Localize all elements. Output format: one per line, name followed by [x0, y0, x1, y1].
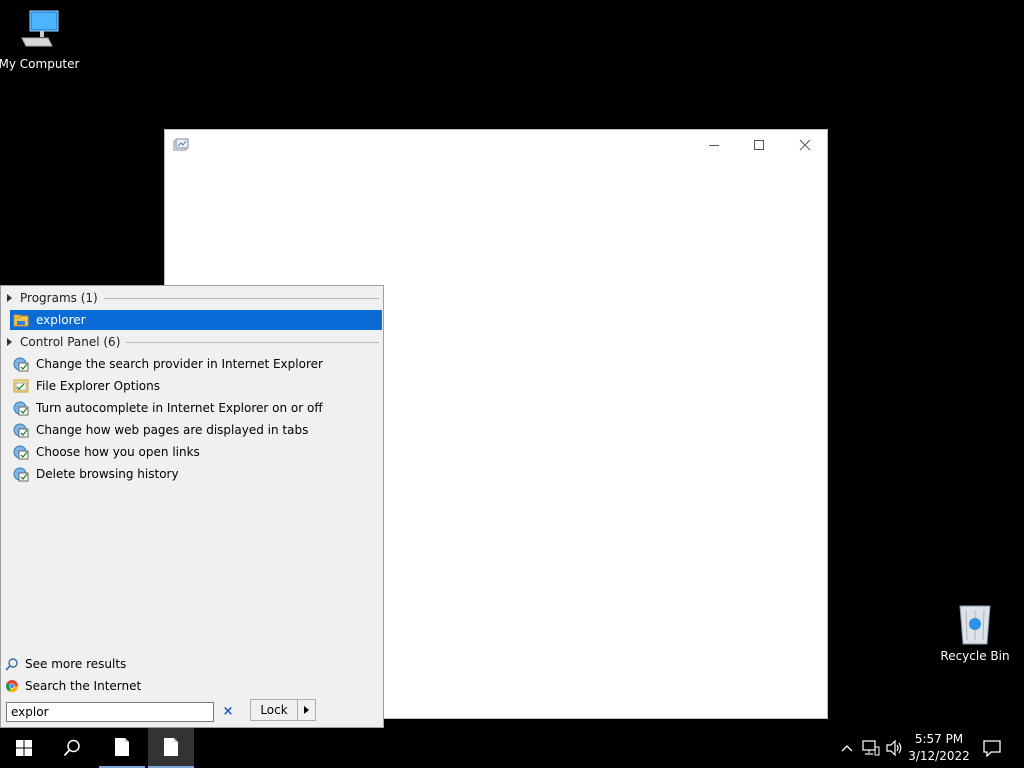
search-icon [63, 739, 80, 757]
lock-button[interactable]: Lock [250, 699, 298, 721]
speaker-icon [886, 740, 902, 756]
folder-options-icon [13, 379, 29, 393]
power-options-arrow-button[interactable] [297, 699, 316, 721]
volume-button[interactable] [884, 728, 906, 768]
see-more-label: See more results [25, 657, 127, 671]
search-internet-label: Search the Internet [25, 679, 142, 693]
desktop: My Computer Recycle Bin Programs (1) exp… [0, 0, 1024, 728]
group-header-label: Programs (1) [20, 291, 98, 305]
expand-arrow-icon [7, 338, 12, 346]
desktop-icon-recycle-bin[interactable]: Recycle Bin [933, 602, 1017, 663]
recycle-bin-icon [959, 605, 991, 645]
taskbar: 5:57 PM 3/12/2022 [0, 728, 1024, 768]
taskbar-app-2[interactable] [148, 728, 194, 768]
divider [103, 297, 379, 299]
app-window-icon [173, 138, 189, 155]
divider [126, 341, 379, 343]
result-explorer[interactable]: explorer [10, 310, 382, 330]
chevron-up-icon [841, 745, 853, 752]
result-label: Change how web pages are displayed in ta… [36, 423, 309, 437]
maximize-button[interactable] [739, 134, 779, 156]
action-center-button[interactable] [980, 728, 1004, 768]
document-icon [164, 738, 178, 756]
expand-arrow-icon [7, 294, 12, 302]
start-menu: Programs (1) explorer Control Panel (6) … [0, 285, 384, 728]
result-turn-autocomplete[interactable]: Turn autocomplete in Internet Explorer o… [10, 398, 382, 418]
folder-icon [13, 314, 29, 327]
computer-icon [21, 10, 59, 47]
close-icon [799, 139, 811, 151]
internet-options-icon [13, 423, 29, 438]
taskbar-app-1[interactable] [99, 728, 145, 768]
result-delete-browsing-history[interactable]: Delete browsing history [10, 464, 382, 484]
see-more-results-link[interactable]: See more results [5, 655, 126, 673]
document-icon [115, 738, 129, 756]
maximize-icon [754, 140, 764, 150]
taskbar-search-button[interactable] [48, 728, 96, 768]
network-button[interactable] [861, 728, 881, 768]
result-label: Choose how you open links [36, 445, 200, 459]
network-icon [862, 740, 880, 756]
result-label: explorer [36, 313, 86, 327]
search-input[interactable] [7, 703, 215, 721]
result-label: Delete browsing history [36, 467, 179, 481]
internet-options-icon [13, 467, 29, 482]
result-label: Change the search provider in Internet E… [36, 357, 323, 371]
internet-options-icon [13, 445, 29, 460]
result-open-links[interactable]: Choose how you open links [10, 442, 382, 462]
show-hidden-icons-button[interactable] [838, 728, 856, 768]
desktop-icon-my-computer[interactable]: My Computer [0, 8, 81, 71]
clock-date: 3/12/2022 [908, 749, 970, 763]
group-header-programs[interactable]: Programs (1) [1, 288, 383, 308]
close-button[interactable] [785, 134, 825, 156]
start-button[interactable] [0, 728, 48, 768]
result-label: Turn autocomplete in Internet Explorer o… [36, 401, 323, 415]
result-web-pages-tabs[interactable]: Change how web pages are displayed in ta… [10, 420, 382, 440]
arrow-right-icon [304, 706, 309, 714]
internet-options-icon [13, 357, 29, 372]
minimize-icon [709, 145, 719, 146]
search-icon [5, 658, 18, 671]
windows-logo-icon [16, 740, 32, 756]
group-header-control-panel[interactable]: Control Panel (6) [1, 332, 383, 352]
desktop-icon-label: Recycle Bin [940, 649, 1010, 663]
window-titlebar[interactable] [165, 130, 827, 160]
result-change-search-provider[interactable]: Change the search provider in Internet E… [10, 354, 382, 374]
clear-search-icon[interactable]: × [221, 704, 235, 720]
group-header-label: Control Panel (6) [20, 335, 121, 349]
notification-icon [983, 739, 1001, 757]
taskbar-clock[interactable]: 5:57 PM 3/12/2022 [906, 731, 972, 765]
search-box[interactable] [6, 702, 215, 722]
search-internet-link[interactable]: Search the Internet [5, 677, 141, 695]
internet-options-icon [13, 401, 29, 416]
result-label: File Explorer Options [36, 379, 160, 393]
clock-time: 5:57 PM [914, 732, 964, 746]
desktop-icon-label: My Computer [0, 57, 80, 71]
result-file-explorer-options[interactable]: File Explorer Options [10, 376, 382, 396]
minimize-button[interactable] [694, 134, 734, 156]
browser-icon [5, 680, 18, 693]
